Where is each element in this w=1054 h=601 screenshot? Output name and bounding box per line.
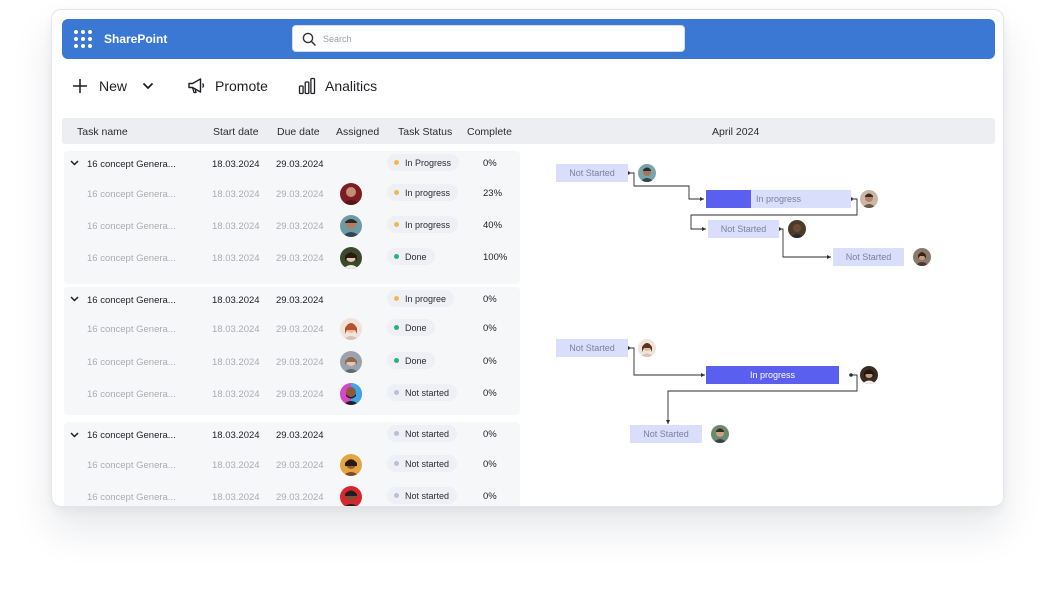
dependency-arrow — [827, 255, 831, 259]
avatar[interactable] — [711, 425, 729, 443]
gantt-bar-in-progress[interactable]: In progress — [706, 366, 839, 384]
dependency-arrow — [701, 373, 705, 377]
gantt-bar-progress-fill — [706, 190, 751, 208]
gantt-bar-label: In progress — [749, 370, 796, 380]
avatar[interactable] — [638, 339, 656, 357]
gantt-bar-label: Not Started — [720, 224, 767, 234]
avatar[interactable] — [860, 190, 878, 208]
gantt-bar-in-progress[interactable]: In progress — [706, 190, 851, 208]
avatar[interactable] — [638, 164, 656, 182]
avatar[interactable] — [913, 248, 931, 266]
avatar[interactable] — [788, 220, 806, 238]
gantt-bar-not-started[interactable]: Not Started — [556, 339, 628, 357]
gantt-bar-label: Not Started — [643, 429, 689, 439]
dependency-arrow — [702, 227, 706, 231]
app-window: SharePoint New Promot — [51, 9, 1004, 507]
gantt-bar-label: Not Started — [845, 252, 892, 262]
dependency-arrow — [700, 197, 704, 201]
gantt-bar-label: Not Started — [569, 168, 615, 178]
gantt-bar-not-started[interactable]: Not Started — [708, 220, 779, 238]
avatar[interactable] — [860, 366, 878, 384]
dependency-dot — [849, 373, 853, 377]
gantt-bar-not-started[interactable]: Not Started — [556, 164, 628, 182]
gantt-bar-not-started[interactable]: Not Started — [833, 248, 904, 266]
dependency-arrow — [666, 420, 670, 424]
gantt-bar-label: In progress — [755, 194, 802, 204]
dependency-line — [779, 228, 831, 258]
gantt-bar-label: Not Started — [569, 343, 615, 353]
gantt-bar-not-started[interactable]: Not Started — [630, 425, 702, 443]
